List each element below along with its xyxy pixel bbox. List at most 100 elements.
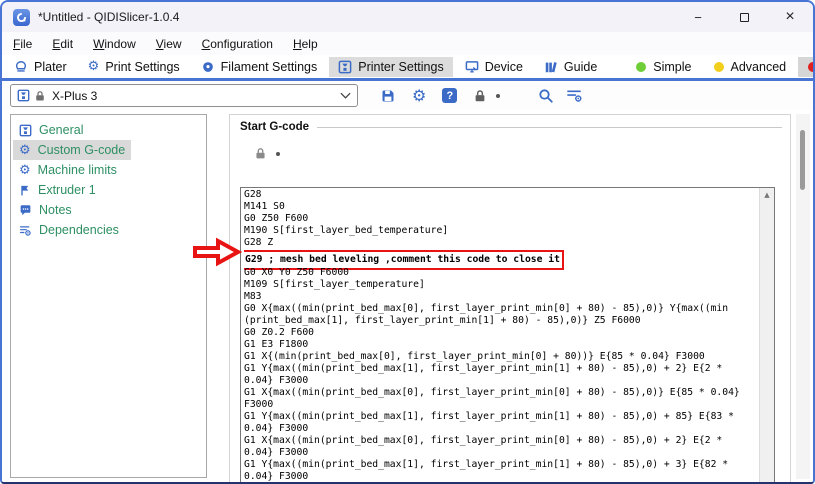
gcode-line: G1 E3 F1800 [244,339,758,351]
mode-simple[interactable]: Simple [626,57,701,77]
gcode-line: M190 S[first_layer_bed_temperature] [244,225,758,237]
section-title: Start G-code [240,121,309,133]
compare-settings-icon[interactable] [566,88,583,103]
printer-icon [17,89,30,102]
tab-print-settings[interactable]: ⚙ Print Settings [79,57,189,77]
gcode-line: G0 X0 Y0 Z50 F6000 [244,267,758,279]
gcode-line: G1 Y{max((min(print_bed_max[1], first_la… [244,411,758,423]
minimize-icon: − [694,10,702,25]
tab-label: Guide [564,60,597,74]
gcode-line: G1 X{max((min(print_bed_max[0], first_la… [244,435,758,447]
books-icon [544,60,558,74]
mode-label: Advanced [731,60,787,74]
maximize-button[interactable] [721,2,767,32]
maximize-icon [740,13,749,22]
menu-window[interactable]: Window [84,34,145,54]
plater-icon [14,60,28,74]
gcode-line: 0.04} F3000 [244,375,758,387]
gcode-line: G1 Y{max((min(print_bed_max[1], first_la… [244,363,758,375]
list-gear-icon [19,224,32,237]
mode-advanced[interactable]: Advanced [704,57,797,77]
settings-tree: General ⚙ Custom G-code ⚙ Machine limits… [10,114,207,478]
preset-settings-gear-icon[interactable]: ⚙ [412,88,426,104]
tab-label: Filament Settings [221,60,318,74]
mode-label: Simple [653,60,691,74]
menu-view[interactable]: View [147,34,191,54]
tab-device[interactable]: Device [456,57,532,77]
menu-file[interactable]: File [4,34,41,54]
sidebar-item-notes[interactable]: Notes [13,200,78,220]
tab-plater[interactable]: Plater [5,57,76,77]
save-preset-button[interactable] [380,88,396,104]
gcode-line: 0.04} F3000 [244,423,758,435]
gear-icon: ⚙ [19,144,31,157]
app-logo-icon [13,9,30,26]
title-bar: *Untitled - QIDISlicer-1.0.4 − × [2,2,813,32]
printer-icon [19,124,32,137]
lock-state-dot-icon [496,94,500,98]
menu-help[interactable]: Help [284,34,327,54]
settings-content: General ⚙ Custom G-code ⚙ Machine limits… [2,110,813,482]
sidebar-item-label: Custom G-code [38,143,126,157]
gcode-line: G28 [244,189,758,201]
sidebar-item-label: Dependencies [39,223,119,237]
printer-icon [338,60,352,74]
extruder-pin-icon [19,184,31,197]
lock-button[interactable] [473,89,487,103]
printer-preset-combobox[interactable]: X-Plus 3 [10,84,358,107]
section-header: Start G-code [240,121,782,133]
menu-edit[interactable]: Edit [43,34,82,54]
gcode-line: M141 S0 [244,201,758,213]
page-scrollbar[interactable] [796,114,810,479]
modified-dot-icon [276,152,280,156]
tab-label: Plater [34,60,67,74]
close-button[interactable]: × [767,2,813,32]
gcode-line: G0 Z0.2 F600 [244,327,758,339]
gcode-line: F3000 [244,399,758,411]
lock-icon [34,90,46,102]
tab-guide[interactable]: Guide [535,57,606,77]
tab-bar: Plater ⚙ Print Settings Filament Setting… [2,55,813,78]
monitor-icon [465,60,479,74]
gear-icon: ⚙ [19,164,31,177]
gcode-line: G29 ; mesh bed leveling ,comment this co… [245,254,560,266]
gcode-line: 0.04} F3000 [244,447,758,459]
search-button[interactable] [538,88,554,104]
custom-gcode-page: Start G-code G28M141 S0G0 Z50 F600M190 S… [229,114,791,484]
mode-expert[interactable]: Expert [798,57,815,77]
lock-icon[interactable] [254,147,267,160]
sidebar-item-custom-gcode[interactable]: ⚙ Custom G-code [13,140,131,160]
sidebar-item-general[interactable]: General [13,120,89,140]
advanced-mode-dot-icon [714,62,724,72]
minimize-button[interactable]: − [675,2,721,32]
start-gcode-editor[interactable]: G28M141 S0G0 Z50 F600M190 S[first_layer_… [240,187,775,484]
gcode-line: G28 Z [244,237,758,249]
window-title: *Untitled - QIDISlicer-1.0.4 [38,10,179,24]
menu-configuration[interactable]: Configuration [193,34,282,54]
sidebar-item-dependencies[interactable]: Dependencies [13,220,125,240]
gcode-line: G0 X{max((min(print_bed_max[0], first_la… [244,303,758,315]
chevron-down-icon [340,92,351,99]
tab-label: Printer Settings [358,60,443,74]
gcode-text[interactable]: G28M141 S0G0 Z50 F600M190 S[first_layer_… [244,189,758,484]
tab-printer-settings[interactable]: Printer Settings [329,57,452,77]
tab-filament-settings[interactable]: Filament Settings [192,57,327,77]
tab-label: Device [485,60,523,74]
page-scrollbar-thumb[interactable] [800,130,805,190]
menu-bar: File Edit Window View Configuration Help [2,32,813,55]
tab-label: Print Settings [105,60,179,74]
scroll-up-arrow-icon[interactable]: ▲ [760,191,774,199]
option-lock-row [254,147,790,160]
gcode-line: G1 X{max((min(print_bed_max[0], first_la… [244,387,758,399]
gcode-line: (print_bed_max[1], first_layer_print_min… [244,315,758,327]
expert-mode-dot-icon [808,62,815,72]
gcode-line: 0.04} F3000 [244,471,758,483]
gcode-line: G1 Y{max((min(print_bed_max[1], first_la… [244,459,758,471]
help-button[interactable]: ? [442,88,457,103]
sidebar-item-machine-limits[interactable]: ⚙ Machine limits [13,160,123,180]
sidebar-item-label: Notes [39,203,72,217]
speech-bubble-icon [19,204,32,217]
sidebar-item-extruder-1[interactable]: Extruder 1 [13,180,102,200]
editor-scrollbar[interactable]: ▲ [759,188,774,484]
sidebar-item-label: Machine limits [38,163,117,177]
